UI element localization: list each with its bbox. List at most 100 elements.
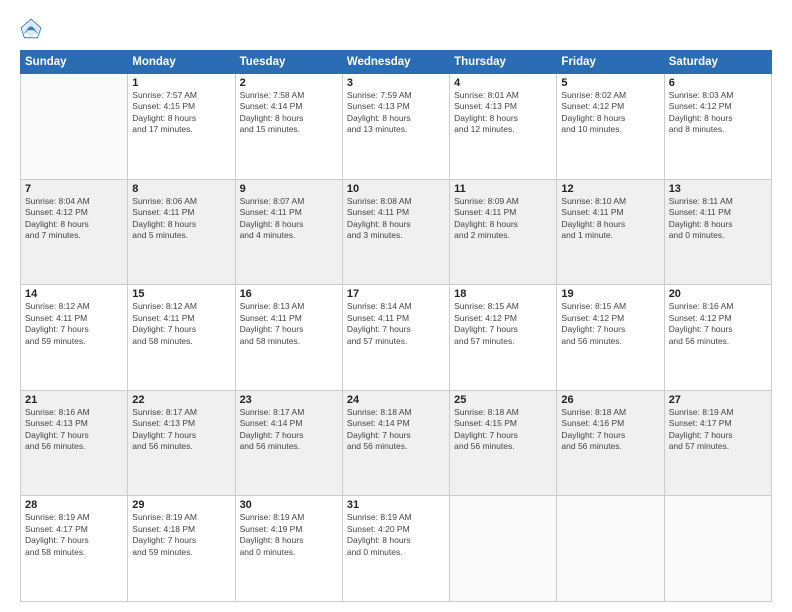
day-number: 16	[240, 288, 338, 300]
day-number: 26	[561, 394, 659, 406]
page-header	[20, 18, 772, 40]
calendar-cell	[664, 496, 771, 602]
day-info: Sunrise: 8:19 AM Sunset: 4:18 PM Dayligh…	[132, 512, 230, 558]
column-header-saturday: Saturday	[664, 51, 771, 74]
day-number: 5	[561, 77, 659, 89]
day-number: 13	[669, 183, 767, 195]
day-number: 15	[132, 288, 230, 300]
calendar-cell: 28Sunrise: 8:19 AM Sunset: 4:17 PM Dayli…	[21, 496, 128, 602]
calendar-cell: 21Sunrise: 8:16 AM Sunset: 4:13 PM Dayli…	[21, 390, 128, 496]
day-number: 14	[25, 288, 123, 300]
day-number: 8	[132, 183, 230, 195]
day-info: Sunrise: 8:09 AM Sunset: 4:11 PM Dayligh…	[454, 196, 552, 242]
calendar-cell: 6Sunrise: 8:03 AM Sunset: 4:12 PM Daylig…	[664, 74, 771, 180]
calendar-cell: 17Sunrise: 8:14 AM Sunset: 4:11 PM Dayli…	[342, 285, 449, 391]
calendar-cell: 15Sunrise: 8:12 AM Sunset: 4:11 PM Dayli…	[128, 285, 235, 391]
day-number: 21	[25, 394, 123, 406]
logo	[20, 18, 44, 40]
day-number: 25	[454, 394, 552, 406]
day-info: Sunrise: 8:01 AM Sunset: 4:13 PM Dayligh…	[454, 90, 552, 136]
day-number: 6	[669, 77, 767, 89]
calendar-cell: 9Sunrise: 8:07 AM Sunset: 4:11 PM Daylig…	[235, 179, 342, 285]
calendar-cell: 12Sunrise: 8:10 AM Sunset: 4:11 PM Dayli…	[557, 179, 664, 285]
day-info: Sunrise: 8:19 AM Sunset: 4:20 PM Dayligh…	[347, 512, 445, 558]
day-number: 7	[25, 183, 123, 195]
calendar-cell: 7Sunrise: 8:04 AM Sunset: 4:12 PM Daylig…	[21, 179, 128, 285]
calendar-week-row: 1Sunrise: 7:57 AM Sunset: 4:15 PM Daylig…	[21, 74, 772, 180]
calendar-cell: 10Sunrise: 8:08 AM Sunset: 4:11 PM Dayli…	[342, 179, 449, 285]
day-number: 28	[25, 499, 123, 511]
day-number: 20	[669, 288, 767, 300]
day-number: 19	[561, 288, 659, 300]
day-number: 30	[240, 499, 338, 511]
day-number: 31	[347, 499, 445, 511]
day-info: Sunrise: 8:12 AM Sunset: 4:11 PM Dayligh…	[132, 301, 230, 347]
calendar-table: SundayMondayTuesdayWednesdayThursdayFrid…	[20, 50, 772, 602]
day-number: 17	[347, 288, 445, 300]
calendar-cell: 29Sunrise: 8:19 AM Sunset: 4:18 PM Dayli…	[128, 496, 235, 602]
day-number: 24	[347, 394, 445, 406]
day-info: Sunrise: 8:17 AM Sunset: 4:14 PM Dayligh…	[240, 407, 338, 453]
calendar-cell: 30Sunrise: 8:19 AM Sunset: 4:19 PM Dayli…	[235, 496, 342, 602]
day-info: Sunrise: 8:16 AM Sunset: 4:13 PM Dayligh…	[25, 407, 123, 453]
calendar-header-row: SundayMondayTuesdayWednesdayThursdayFrid…	[21, 51, 772, 74]
day-info: Sunrise: 8:15 AM Sunset: 4:12 PM Dayligh…	[454, 301, 552, 347]
day-info: Sunrise: 8:04 AM Sunset: 4:12 PM Dayligh…	[25, 196, 123, 242]
calendar-cell: 31Sunrise: 8:19 AM Sunset: 4:20 PM Dayli…	[342, 496, 449, 602]
day-info: Sunrise: 8:19 AM Sunset: 4:19 PM Dayligh…	[240, 512, 338, 558]
day-number: 27	[669, 394, 767, 406]
day-number: 22	[132, 394, 230, 406]
calendar-cell: 1Sunrise: 7:57 AM Sunset: 4:15 PM Daylig…	[128, 74, 235, 180]
calendar-cell: 20Sunrise: 8:16 AM Sunset: 4:12 PM Dayli…	[664, 285, 771, 391]
day-number: 2	[240, 77, 338, 89]
day-info: Sunrise: 8:19 AM Sunset: 4:17 PM Dayligh…	[669, 407, 767, 453]
day-info: Sunrise: 8:02 AM Sunset: 4:12 PM Dayligh…	[561, 90, 659, 136]
day-info: Sunrise: 7:57 AM Sunset: 4:15 PM Dayligh…	[132, 90, 230, 136]
column-header-thursday: Thursday	[450, 51, 557, 74]
column-header-friday: Friday	[557, 51, 664, 74]
day-info: Sunrise: 8:18 AM Sunset: 4:16 PM Dayligh…	[561, 407, 659, 453]
day-info: Sunrise: 8:15 AM Sunset: 4:12 PM Dayligh…	[561, 301, 659, 347]
calendar-cell: 27Sunrise: 8:19 AM Sunset: 4:17 PM Dayli…	[664, 390, 771, 496]
calendar-cell: 11Sunrise: 8:09 AM Sunset: 4:11 PM Dayli…	[450, 179, 557, 285]
day-info: Sunrise: 8:16 AM Sunset: 4:12 PM Dayligh…	[669, 301, 767, 347]
calendar-cell: 25Sunrise: 8:18 AM Sunset: 4:15 PM Dayli…	[450, 390, 557, 496]
calendar-cell: 2Sunrise: 7:58 AM Sunset: 4:14 PM Daylig…	[235, 74, 342, 180]
logo-icon	[20, 18, 42, 40]
calendar-cell: 22Sunrise: 8:17 AM Sunset: 4:13 PM Dayli…	[128, 390, 235, 496]
day-info: Sunrise: 8:19 AM Sunset: 4:17 PM Dayligh…	[25, 512, 123, 558]
day-number: 4	[454, 77, 552, 89]
calendar-week-row: 14Sunrise: 8:12 AM Sunset: 4:11 PM Dayli…	[21, 285, 772, 391]
day-info: Sunrise: 8:06 AM Sunset: 4:11 PM Dayligh…	[132, 196, 230, 242]
day-info: Sunrise: 7:58 AM Sunset: 4:14 PM Dayligh…	[240, 90, 338, 136]
day-info: Sunrise: 8:12 AM Sunset: 4:11 PM Dayligh…	[25, 301, 123, 347]
day-number: 29	[132, 499, 230, 511]
calendar-cell: 19Sunrise: 8:15 AM Sunset: 4:12 PM Dayli…	[557, 285, 664, 391]
day-info: Sunrise: 8:11 AM Sunset: 4:11 PM Dayligh…	[669, 196, 767, 242]
calendar-week-row: 7Sunrise: 8:04 AM Sunset: 4:12 PM Daylig…	[21, 179, 772, 285]
day-number: 11	[454, 183, 552, 195]
calendar-cell: 4Sunrise: 8:01 AM Sunset: 4:13 PM Daylig…	[450, 74, 557, 180]
day-number: 1	[132, 77, 230, 89]
day-info: Sunrise: 8:08 AM Sunset: 4:11 PM Dayligh…	[347, 196, 445, 242]
calendar-cell: 13Sunrise: 8:11 AM Sunset: 4:11 PM Dayli…	[664, 179, 771, 285]
column-header-tuesday: Tuesday	[235, 51, 342, 74]
calendar-cell: 8Sunrise: 8:06 AM Sunset: 4:11 PM Daylig…	[128, 179, 235, 285]
calendar-cell: 14Sunrise: 8:12 AM Sunset: 4:11 PM Dayli…	[21, 285, 128, 391]
column-header-sunday: Sunday	[21, 51, 128, 74]
calendar-cell: 26Sunrise: 8:18 AM Sunset: 4:16 PM Dayli…	[557, 390, 664, 496]
calendar-cell: 18Sunrise: 8:15 AM Sunset: 4:12 PM Dayli…	[450, 285, 557, 391]
day-number: 9	[240, 183, 338, 195]
calendar-cell	[450, 496, 557, 602]
calendar-cell	[557, 496, 664, 602]
calendar-cell	[21, 74, 128, 180]
calendar-week-row: 28Sunrise: 8:19 AM Sunset: 4:17 PM Dayli…	[21, 496, 772, 602]
day-info: Sunrise: 7:59 AM Sunset: 4:13 PM Dayligh…	[347, 90, 445, 136]
calendar-cell: 5Sunrise: 8:02 AM Sunset: 4:12 PM Daylig…	[557, 74, 664, 180]
day-number: 23	[240, 394, 338, 406]
day-info: Sunrise: 8:07 AM Sunset: 4:11 PM Dayligh…	[240, 196, 338, 242]
day-number: 10	[347, 183, 445, 195]
day-info: Sunrise: 8:14 AM Sunset: 4:11 PM Dayligh…	[347, 301, 445, 347]
day-info: Sunrise: 8:13 AM Sunset: 4:11 PM Dayligh…	[240, 301, 338, 347]
column-header-monday: Monday	[128, 51, 235, 74]
